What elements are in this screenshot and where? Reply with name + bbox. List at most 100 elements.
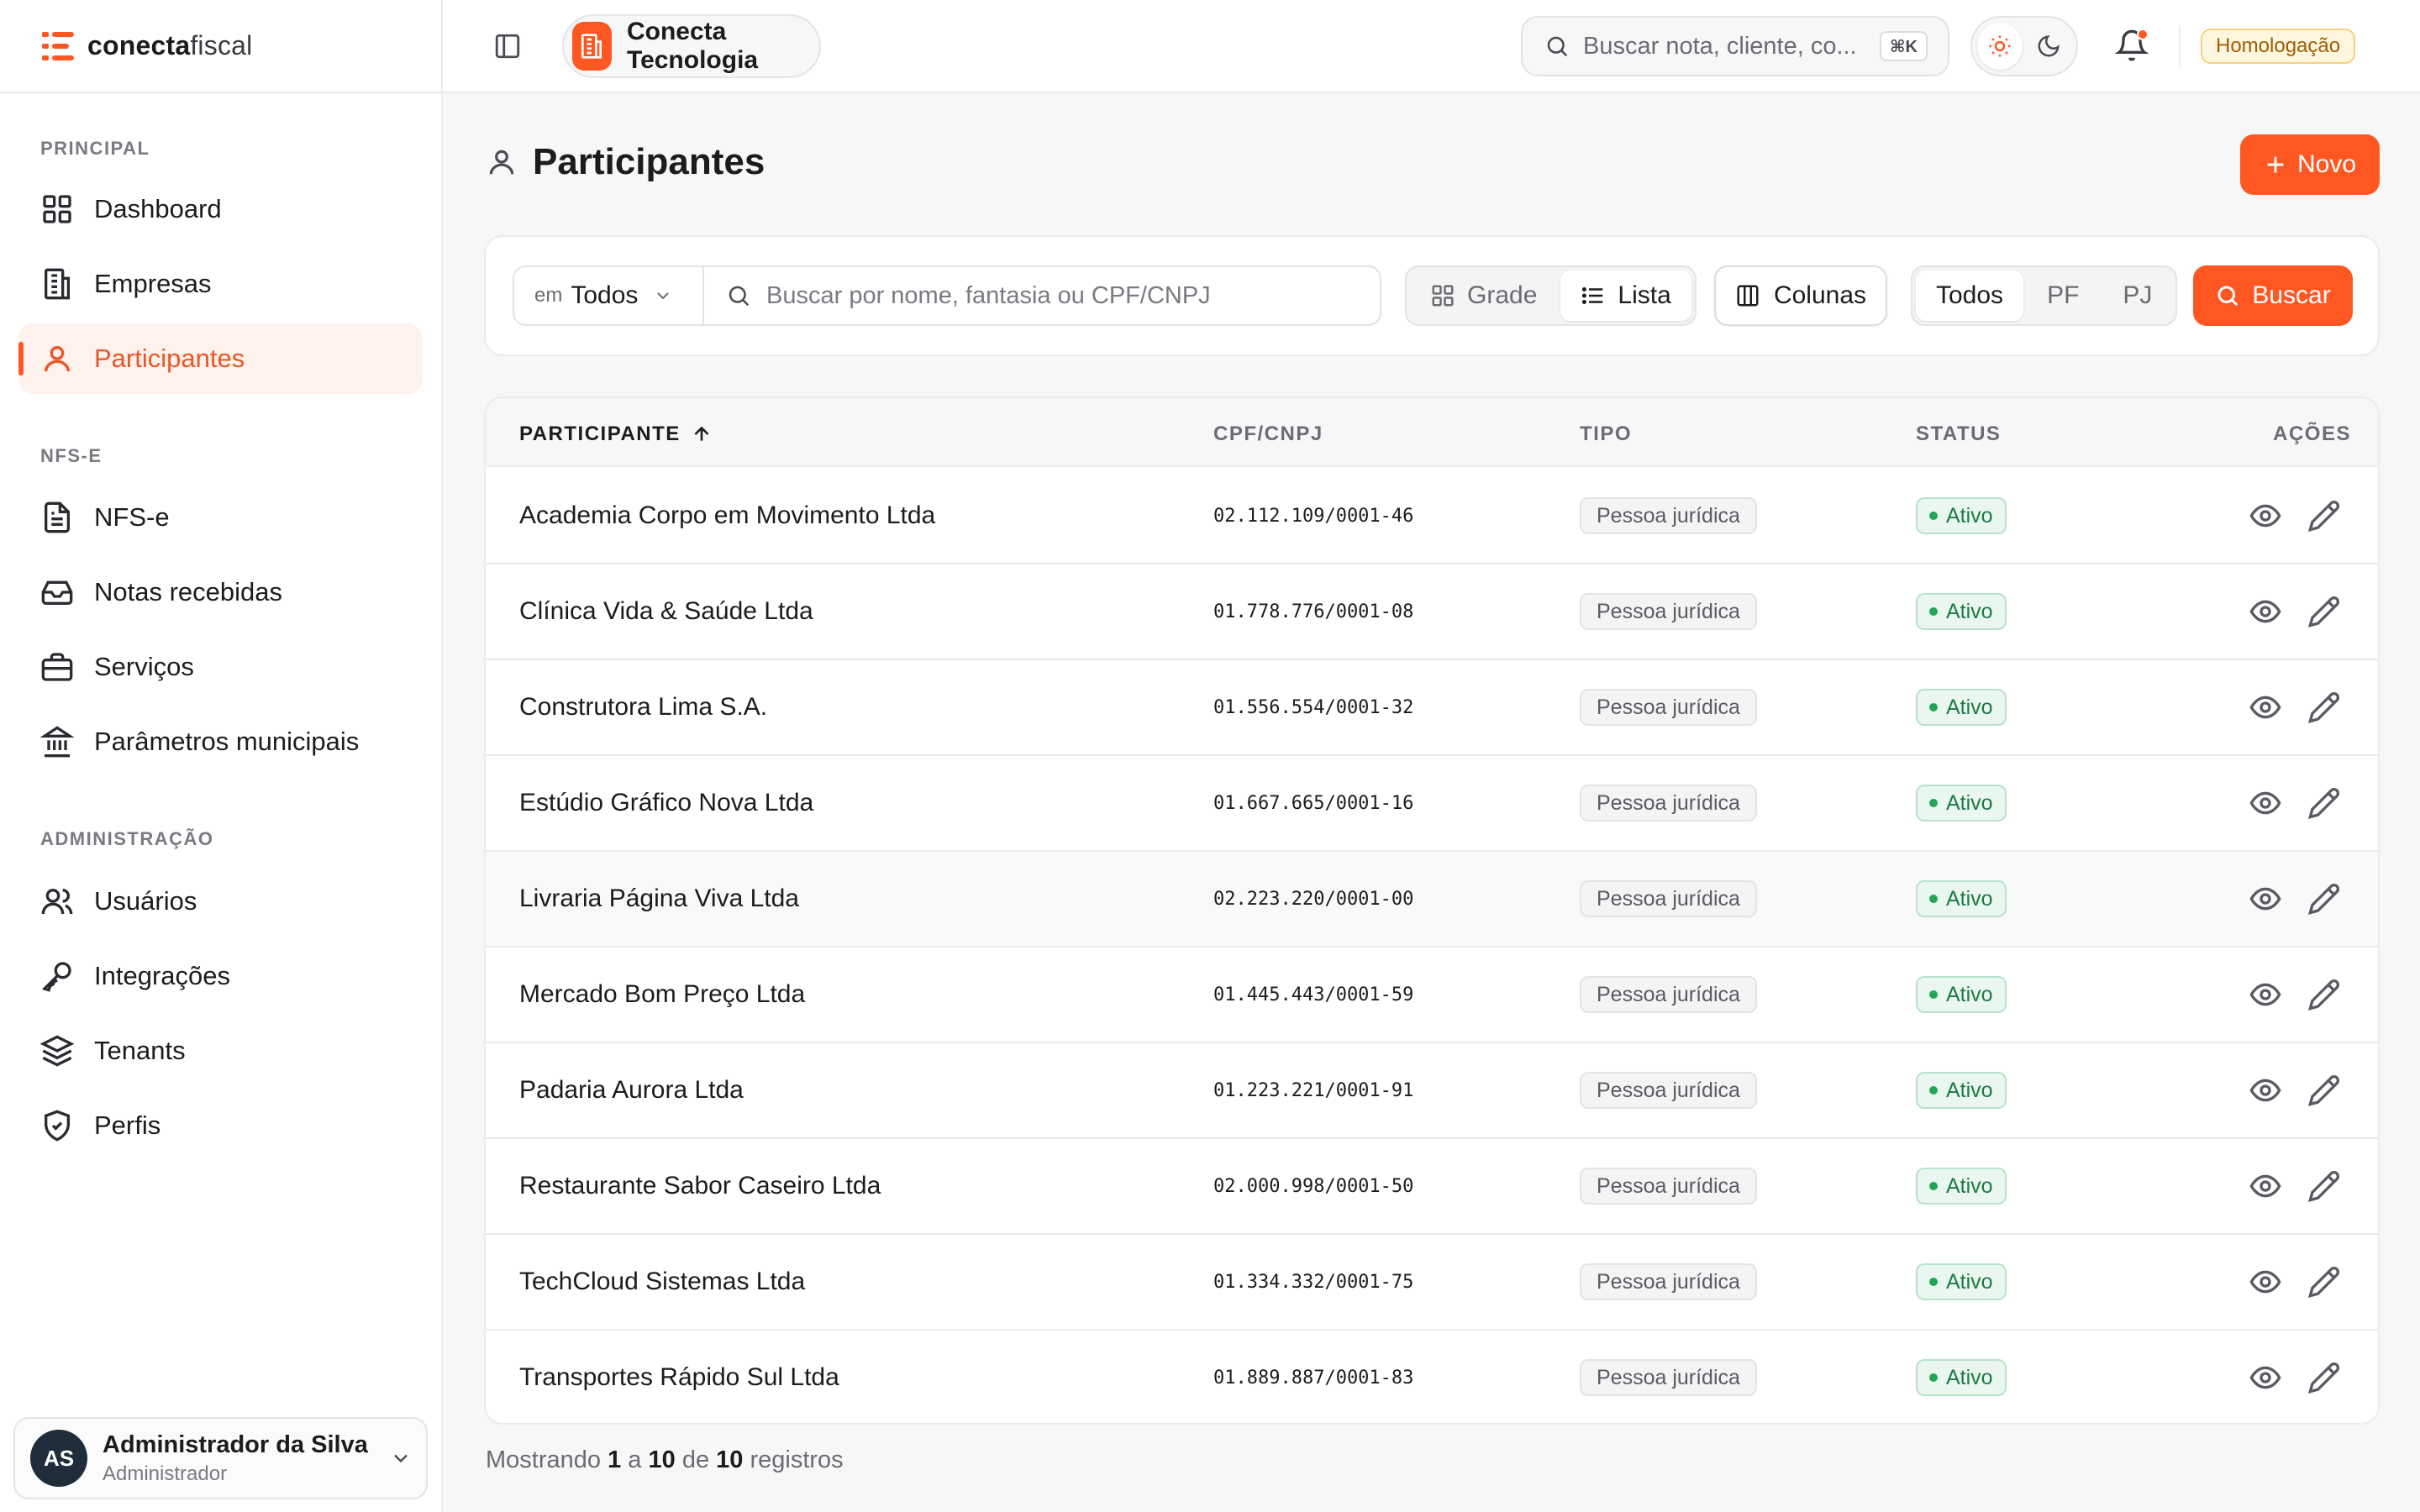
edit-icon[interactable] xyxy=(2307,978,2341,1011)
theme-toggle[interactable] xyxy=(1970,16,2078,76)
edit-icon[interactable] xyxy=(2307,499,2341,533)
view-icon[interactable] xyxy=(2249,882,2282,916)
sidebar-toggle-icon[interactable] xyxy=(493,32,522,60)
view-icon[interactable] xyxy=(2249,978,2282,1011)
type-filter-pj[interactable]: PJ xyxy=(2102,270,2172,321)
participant-name: TechCloud Sistemas Ltda xyxy=(519,1268,806,1295)
sidebar-item-parametros[interactable]: Parâmetros municipais xyxy=(18,706,423,777)
participant-search-input[interactable]: Buscar por nome, fantasia ou CPF/CNPJ xyxy=(702,265,1381,326)
type-filter-all[interactable]: Todos xyxy=(1916,270,2024,321)
table-row[interactable]: Restaurante Sabor Caseiro Ltda 02.000.998… xyxy=(486,1139,2378,1235)
type-filter-pf[interactable]: PF xyxy=(2027,270,2099,321)
type-badge: Pessoa jurídica xyxy=(1580,1072,1757,1109)
status-label: Ativo xyxy=(1946,982,1993,1006)
table-row[interactable]: TechCloud Sistemas Ltda 01.334.332/0001-7… xyxy=(486,1235,2378,1331)
new-button[interactable]: Novo xyxy=(2240,134,2380,195)
status-dot xyxy=(1929,703,1938,711)
global-search[interactable]: Buscar nota, cliente, co... ⌘K xyxy=(1521,16,1949,76)
column-type[interactable]: TIPO xyxy=(1580,423,1632,446)
table-row[interactable]: Padaria Aurora Ltda 01.223.221/0001-91 Pes… xyxy=(486,1043,2378,1139)
sidebar-item-usuarios[interactable]: Usuários xyxy=(18,866,423,937)
column-status[interactable]: STATUS xyxy=(1916,423,2001,446)
list-icon xyxy=(1582,287,1603,304)
company-switcher[interactable]: Conecta Tecnologia xyxy=(562,14,821,78)
landmark-icon xyxy=(40,726,74,758)
table-row[interactable]: Mercado Bom Preço Ltda 01.445.443/0001-59… xyxy=(486,948,2378,1043)
user-menu[interactable]: AS Administrador da Silva Administrador xyxy=(13,1417,428,1499)
table-row[interactable]: Transportes Rápido Sul Ltda 01.889.887/00… xyxy=(486,1331,2378,1423)
status-dot xyxy=(1929,1182,1938,1190)
table-row[interactable]: Estúdio Gráfico Nova Ltda 01.667.665/0001… xyxy=(486,756,2378,852)
brand[interactable]: conectafiscal xyxy=(0,0,441,93)
sidebar-item-integracoes[interactable]: Integrações xyxy=(18,941,423,1011)
edit-icon[interactable] xyxy=(2307,786,2341,820)
view-icon[interactable] xyxy=(2249,1169,2282,1203)
sidebar-item-label: Tenants xyxy=(94,1036,186,1065)
participant-name: Livraria Página Viva Ltda xyxy=(519,885,799,912)
user-icon xyxy=(489,150,514,175)
sidebar-item-dashboard[interactable]: Dashboard xyxy=(18,174,423,244)
bell-icon[interactable] xyxy=(2115,29,2149,62)
sidebar-item-notas-recebidas[interactable]: Notas recebidas xyxy=(18,557,423,627)
environment-badge: Homologação xyxy=(2201,29,2356,64)
layers-icon xyxy=(40,1035,74,1067)
status-label: Ativo xyxy=(1946,1078,1993,1102)
sidebar-item-nfse[interactable]: NFS-e xyxy=(18,482,423,553)
participant-doc: 02.000.998/0001-50 xyxy=(1213,1175,1414,1197)
filter-bar: em Todos Buscar por nome, fantasia ou CP… xyxy=(484,235,2380,356)
table-row[interactable]: Academia Corpo em Movimento Ltda 02.112.1… xyxy=(486,469,2378,564)
type-badge: Pessoa jurídica xyxy=(1580,497,1757,534)
user-role: Administrador xyxy=(103,1462,228,1485)
columns-button[interactable]: Colunas xyxy=(1714,265,1887,326)
sidebar-item-participantes[interactable]: Participantes xyxy=(18,323,423,394)
scope-select[interactable]: em Todos xyxy=(513,265,702,326)
view-icon[interactable] xyxy=(2249,499,2282,533)
edit-icon[interactable] xyxy=(2307,1361,2341,1394)
status-badge: Ativo xyxy=(1916,1072,2007,1109)
edit-icon[interactable] xyxy=(2307,690,2341,724)
arrow-up-icon xyxy=(694,426,709,441)
edit-icon[interactable] xyxy=(2307,1265,2341,1299)
view-icon[interactable] xyxy=(2249,786,2282,820)
edit-icon[interactable] xyxy=(2307,1074,2341,1107)
type-badge: Pessoa jurídica xyxy=(1580,880,1757,917)
status-label: Ativo xyxy=(1946,790,1993,815)
view-icon[interactable] xyxy=(2249,1265,2282,1299)
table-row[interactable]: Construtora Lima S.A. 01.556.554/0001-32 P… xyxy=(486,660,2378,756)
status-label: Ativo xyxy=(1946,1269,1993,1294)
sidebar-item-tenants[interactable]: Tenants xyxy=(18,1016,423,1086)
participant-name: Clínica Vida & Saúde Ltda xyxy=(519,597,813,625)
edit-icon[interactable] xyxy=(2307,1169,2341,1203)
edit-icon[interactable] xyxy=(2307,595,2341,628)
sidebar-item-empresas[interactable]: Empresas xyxy=(18,249,423,319)
plus-icon xyxy=(2267,156,2284,173)
key-icon xyxy=(41,962,71,992)
edit-icon[interactable] xyxy=(2307,882,2341,916)
sidebar-item-servicos[interactable]: Serviços xyxy=(18,632,423,702)
type-badge: Pessoa jurídica xyxy=(1580,1263,1757,1300)
participant-doc: 02.223.220/0001-00 xyxy=(1213,888,1414,910)
columns-icon xyxy=(1737,285,1759,307)
table-row[interactable]: Livraria Página Viva Ltda 02.223.220/0001… xyxy=(486,852,2378,948)
view-list-button[interactable]: Lista xyxy=(1560,270,1691,321)
sidebar-item-perfis[interactable]: Perfis xyxy=(18,1090,423,1161)
status-dot xyxy=(1929,1278,1938,1286)
view-grid-button[interactable]: Grade xyxy=(1410,270,1557,321)
briefcase-icon xyxy=(41,653,73,681)
table-row[interactable]: Clínica Vida & Saúde Ltda 01.778.776/0001… xyxy=(486,564,2378,660)
view-icon[interactable] xyxy=(2249,690,2282,724)
sidebar-item-label: Serviços xyxy=(94,652,194,681)
users-icon xyxy=(41,889,73,915)
view-icon[interactable] xyxy=(2249,595,2282,628)
column-doc[interactable]: CPF/CNPJ xyxy=(1213,423,1323,446)
column-participant[interactable]: PARTICIPANTE xyxy=(519,423,713,446)
view-icon[interactable] xyxy=(2249,1361,2282,1394)
moon-icon[interactable] xyxy=(2026,23,2071,70)
sidebar: conectafiscal PRINCIPAL Dashboard Empres… xyxy=(0,0,443,1512)
search-button[interactable]: Buscar xyxy=(2193,265,2353,326)
status-label: Ativo xyxy=(1946,1365,1993,1389)
sun-icon[interactable] xyxy=(1977,23,2023,70)
view-icon[interactable] xyxy=(2249,1074,2282,1107)
chevron-down-icon xyxy=(657,292,670,300)
participant-doc: 01.445.443/0001-59 xyxy=(1213,984,1414,1005)
